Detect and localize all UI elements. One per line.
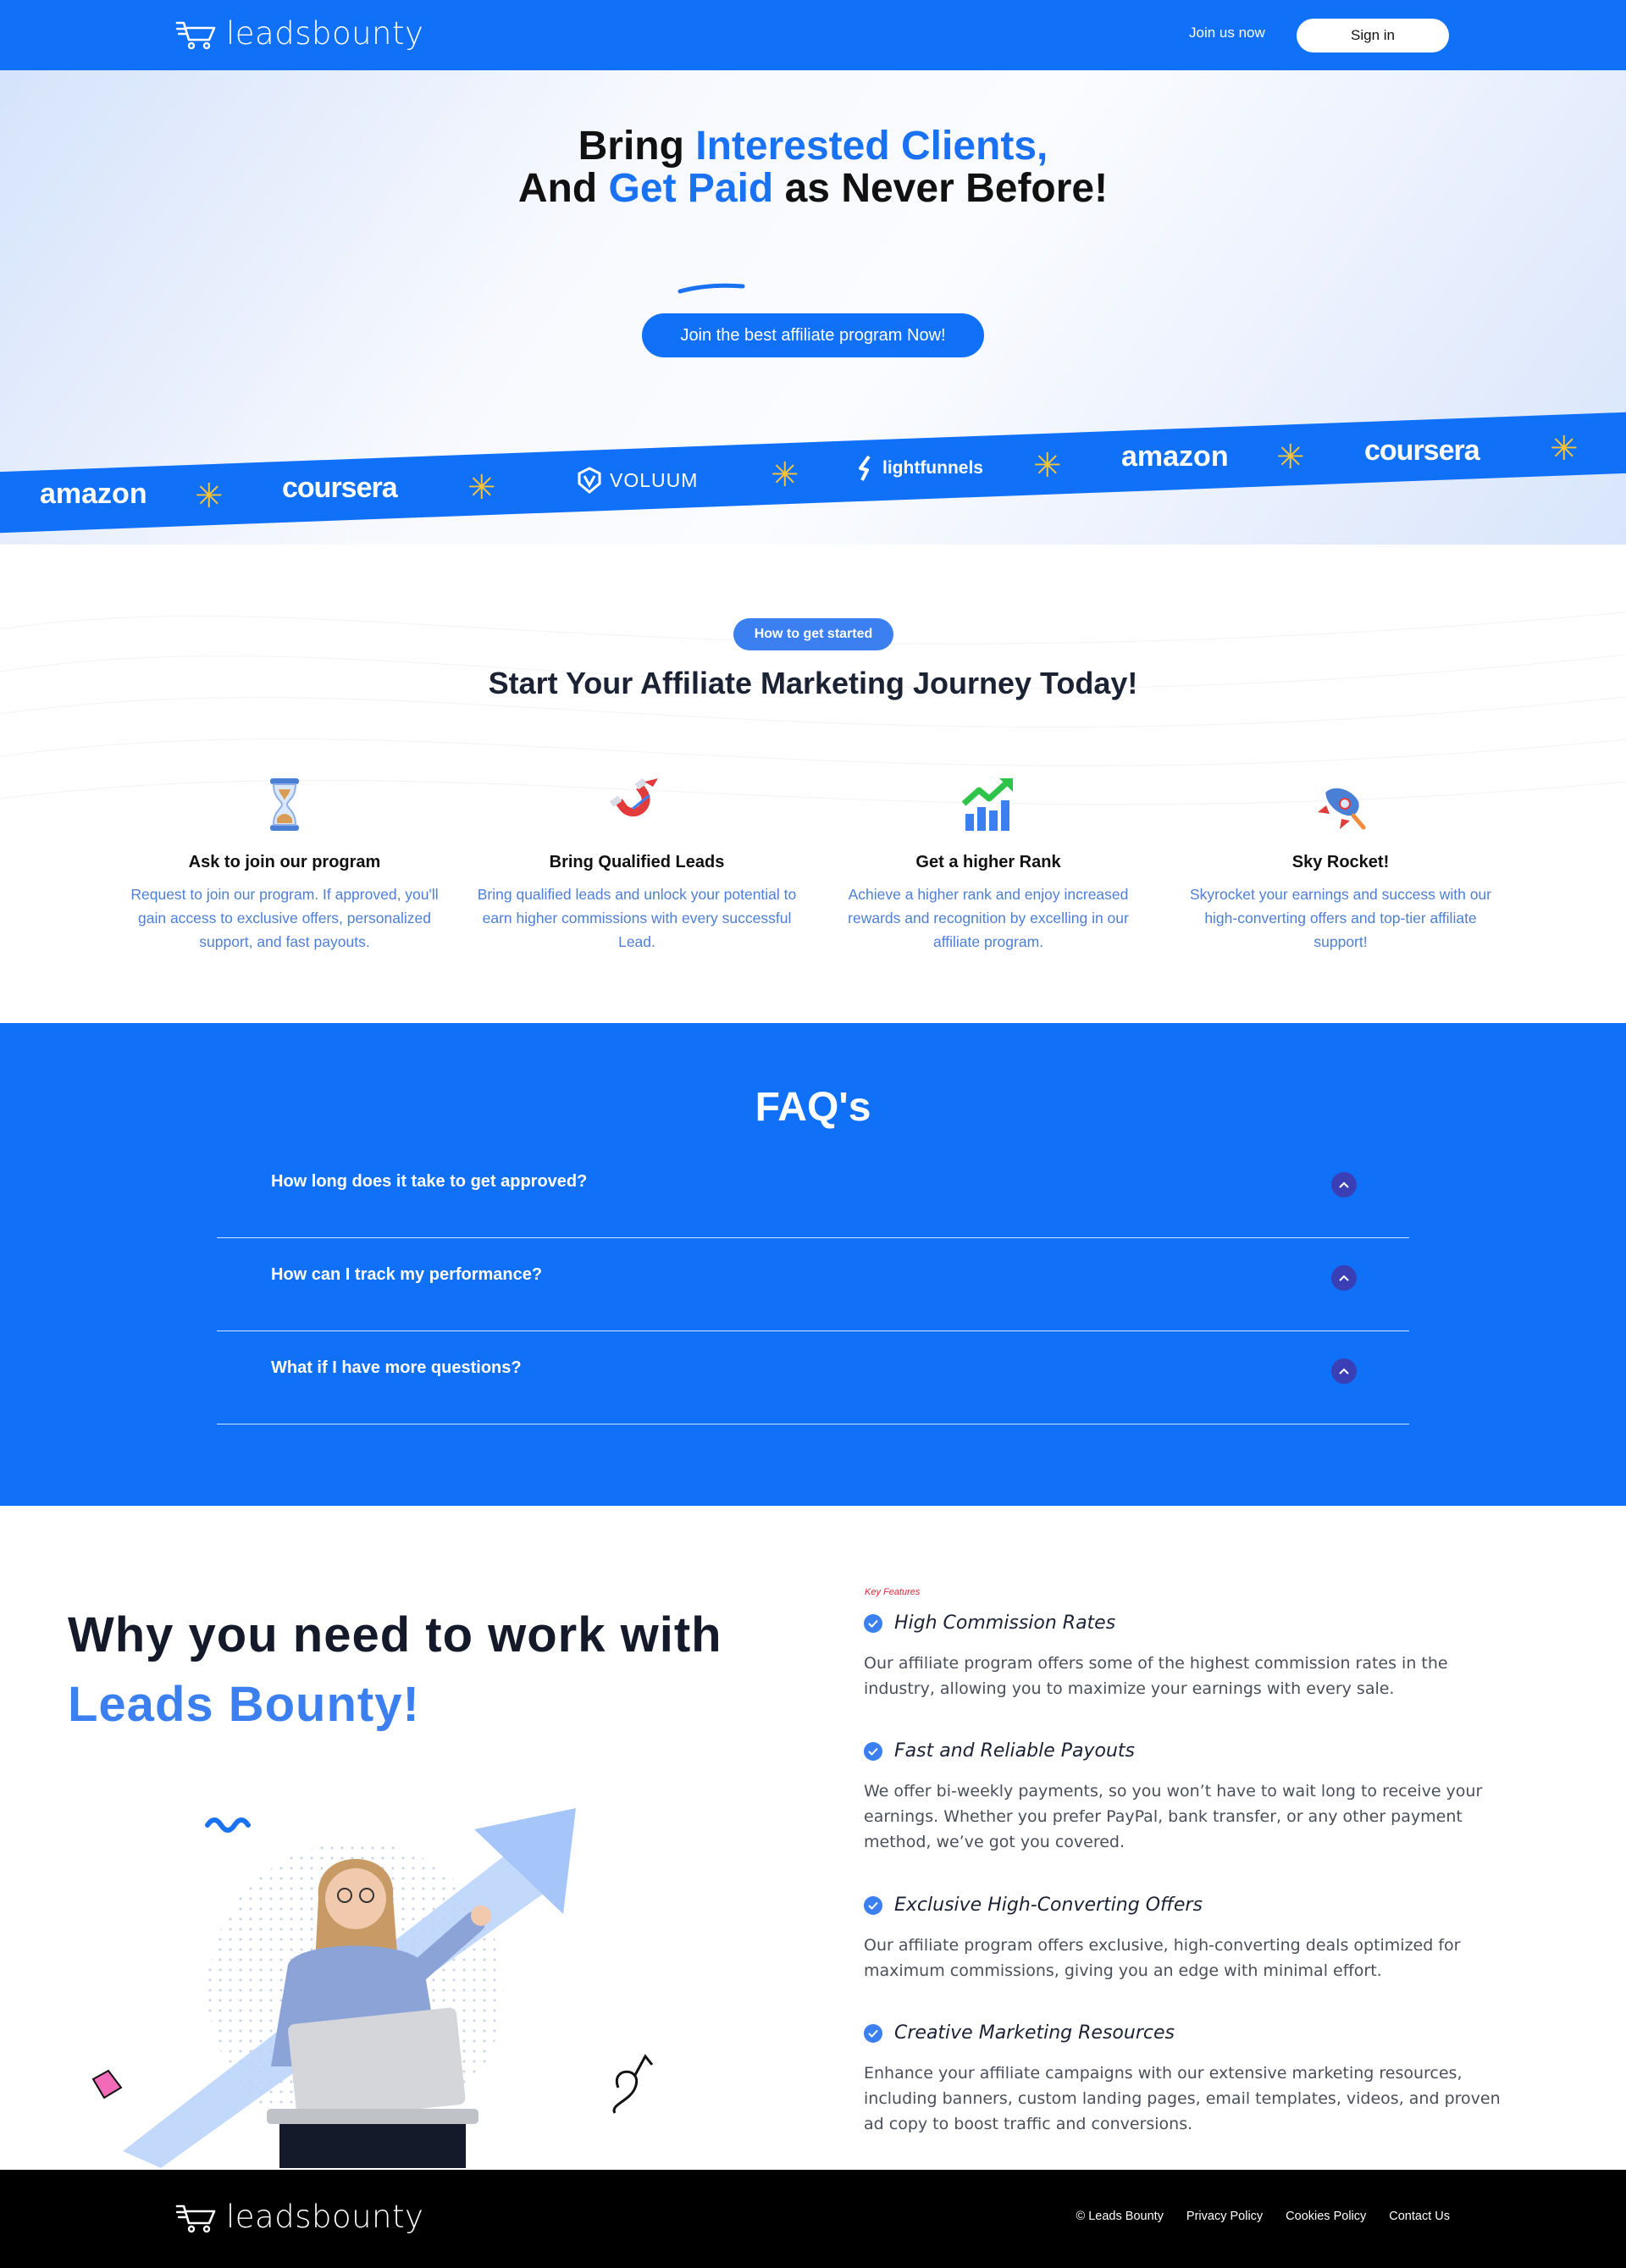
faq-item[interactable]: What if I have more questions?: [217, 1331, 1409, 1424]
feature-title: Creative Marketing Resources: [894, 2022, 1175, 2044]
step-title: Sky Rocket!: [1291, 853, 1390, 871]
logo-text: leadsbounty: [226, 2199, 424, 2235]
chevron-up-icon: [1339, 1275, 1349, 1281]
hero-title-text: as Never Before!: [773, 166, 1109, 211]
faq-question[interactable]: How long does it take to get approved?: [271, 1172, 587, 1192]
footer: leadsbounty © Leads Bounty Privacy Polic…: [0, 2170, 1626, 2268]
cart-icon: [175, 2204, 216, 2232]
step-card: Get a higher Rank Achieve a higher rank …: [827, 775, 1149, 954]
feature-title: High Commission Rates: [894, 1612, 1116, 1634]
faq-question[interactable]: How can I track my performance?: [271, 1265, 542, 1285]
underline-swoosh-icon: [678, 283, 745, 294]
feature-header: Exclusive High-Converting Offers: [864, 1895, 1507, 1916]
page: leadsbounty Join us now Sign in Bring In…: [0, 0, 1626, 2268]
step-card: Ask to join our program Request to join …: [124, 775, 445, 954]
hero-title: Bring Interested Clients, And Get Paid a…: [0, 125, 1626, 210]
header-logo[interactable]: leadsbounty: [175, 15, 423, 52]
footer-links: © Leads Bounty Privacy Policy Cookies Po…: [1076, 2210, 1450, 2223]
journey-title: Start Your Affiliate Marketing Journey T…: [488, 666, 1138, 700]
growth-chart-icon: [961, 778, 1013, 831]
step-description: Achieve a higher rank and enjoy increase…: [848, 886, 1129, 950]
hero-title-highlight: Get Paid: [608, 166, 774, 211]
check-circle-icon: [864, 2023, 882, 2043]
hero-title-highlight: Interested Clients,: [695, 124, 1048, 169]
feature-description: Our affiliate program offers some of the…: [864, 1654, 1448, 1698]
chevron-up-icon: [1339, 1181, 1349, 1188]
key-features-label: Key Features: [865, 1587, 921, 1597]
feature-item: Creative Marketing Resources Enhance you…: [864, 2022, 1507, 2137]
step-card: Sky Rocket! Skyrocket your earnings and …: [1180, 775, 1502, 954]
chevron-up-icon: [1339, 1368, 1349, 1375]
faq-question[interactable]: What if I have more questions?: [271, 1358, 522, 1378]
feature-title: Exclusive High-Converting Offers: [894, 1895, 1203, 1916]
join-program-cta-button[interactable]: Join the best affiliate program Now!: [642, 313, 984, 357]
feature-description: We offer bi-weekly payments, so you won’…: [864, 1782, 1483, 1851]
magnet-icon: [609, 777, 658, 817]
hero-title-text: And: [517, 166, 609, 211]
sign-in-button[interactable]: Sign in: [1297, 19, 1449, 53]
faq-toggle-button[interactable]: [1331, 1265, 1357, 1291]
rocket-icon: [1318, 788, 1366, 830]
check-circle-icon: [864, 1613, 882, 1633]
feature-header: High Commission Rates: [864, 1612, 1507, 1634]
step-card: Bring Qualified Leads Bring qualified le…: [476, 775, 798, 954]
step-description: Request to join our program. If approved…: [130, 886, 439, 950]
why-title: Why you need to work with Leads Bounty!: [68, 1601, 722, 1740]
feature-header: Creative Marketing Resources: [864, 2022, 1507, 2044]
why-title-line1: Why you need to work with: [68, 1607, 722, 1662]
check-circle-icon: [864, 1741, 882, 1761]
feature-description: Our affiliate program offers exclusive, …: [864, 1936, 1461, 1980]
join-us-link[interactable]: Join us now: [1189, 25, 1265, 41]
hourglass-icon: [270, 778, 299, 831]
feature-item: Exclusive High-Converting Offers Our aff…: [864, 1895, 1507, 1983]
cookies-policy-link[interactable]: Cookies Policy: [1286, 2210, 1366, 2223]
why-title-line2: Leads Bounty!: [68, 1677, 420, 1732]
feature-header: Fast and Reliable Payouts: [864, 1740, 1507, 1762]
feature-item: High Commission Rates Our affiliate prog…: [864, 1612, 1507, 1701]
step-title: Ask to join our program: [188, 853, 381, 871]
step-title: Bring Qualified Leads: [549, 853, 725, 871]
privacy-policy-link[interactable]: Privacy Policy: [1186, 2210, 1263, 2223]
step-description: Skyrocket your earnings and success with…: [1190, 886, 1491, 950]
cart-icon: [175, 21, 216, 49]
how-to-get-started-badge: How to get started: [733, 618, 893, 650]
footer-logo[interactable]: leadsbounty: [175, 2199, 423, 2235]
copyright-text: © Leads Bounty: [1076, 2210, 1164, 2223]
top-navbar: leadsbounty Join us now Sign in: [0, 0, 1626, 70]
faq-title: FAQ's: [755, 1085, 871, 1130]
step-description: Bring qualified leads and unlock your po…: [477, 886, 797, 950]
logo-text: leadsbounty: [226, 15, 424, 52]
faq-toggle-button[interactable]: [1331, 1358, 1357, 1384]
feature-description: Enhance your affiliate campaigns with ou…: [864, 2064, 1501, 2133]
faq-toggle-button[interactable]: [1331, 1172, 1357, 1198]
feature-item: Fast and Reliable Payouts We offer bi-we…: [864, 1740, 1507, 1855]
faq-item[interactable]: How long does it take to get approved?: [217, 1145, 1409, 1238]
woman-with-laptop-illustration: [91, 1808, 654, 2168]
faq-item[interactable]: How can I track my performance?: [217, 1238, 1409, 1331]
check-circle-icon: [864, 1895, 882, 1915]
step-title: Get a higher Rank: [915, 853, 1061, 871]
feature-title: Fast and Reliable Payouts: [894, 1740, 1135, 1762]
contact-us-link[interactable]: Contact Us: [1389, 2210, 1450, 2223]
hero-title-text: Bring: [578, 124, 696, 169]
